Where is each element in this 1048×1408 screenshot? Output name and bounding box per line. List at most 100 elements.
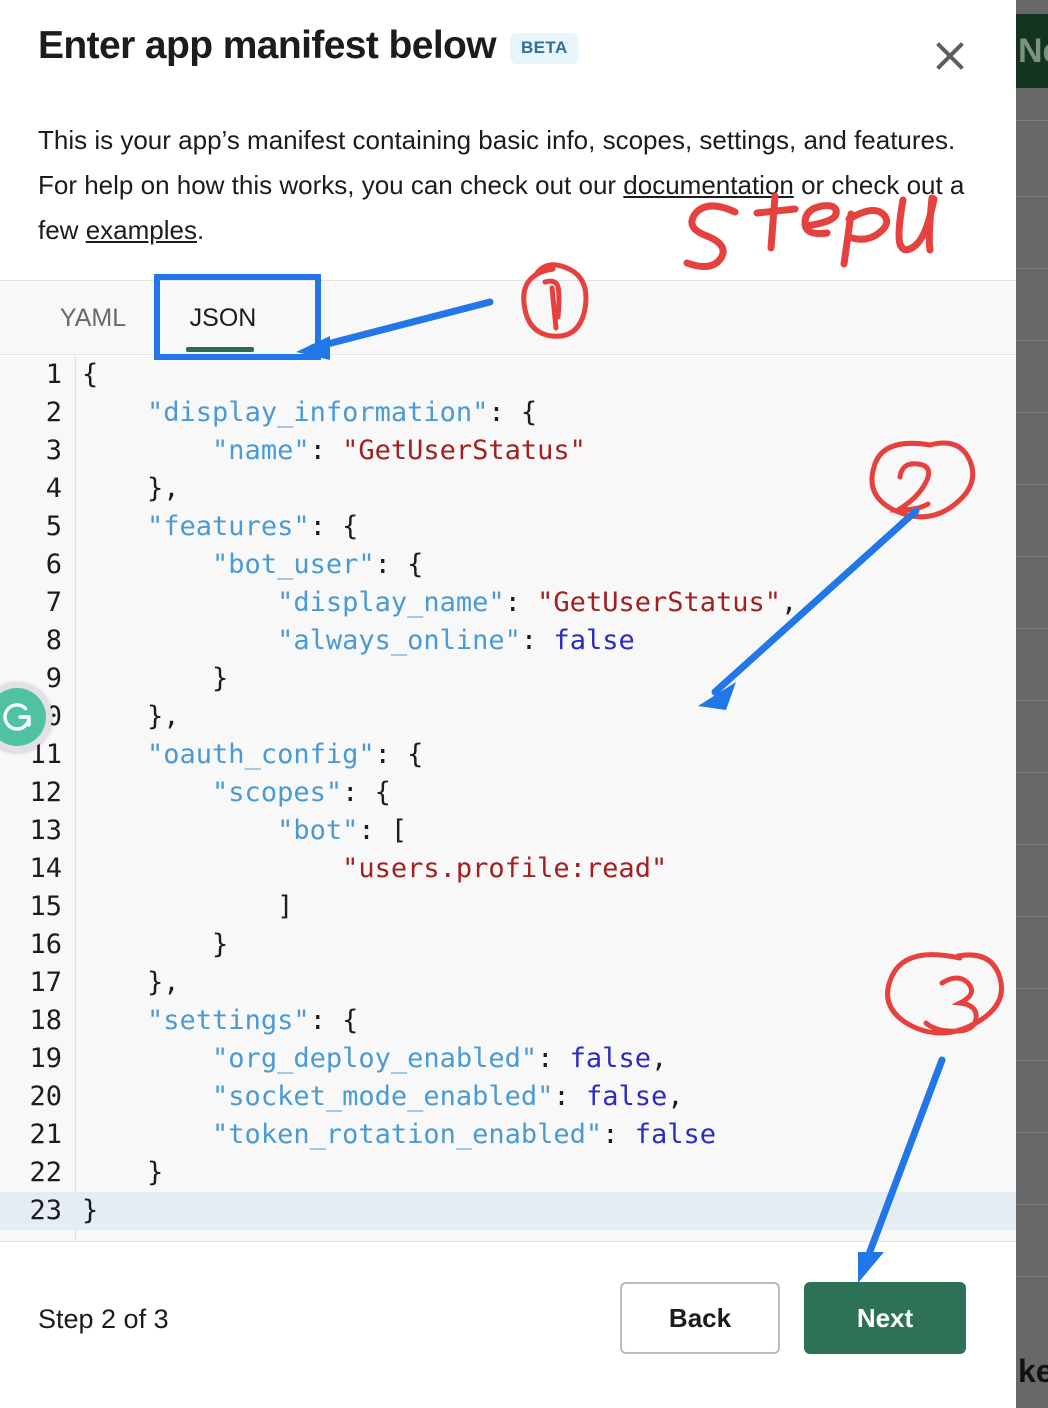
code-line[interactable]: 17 },	[0, 964, 1016, 1002]
token-key: "scopes"	[212, 777, 343, 808]
line-number: 7	[45, 587, 62, 618]
token-punc	[82, 435, 212, 466]
line-content: }	[82, 660, 228, 698]
modal-description: This is your app’s manifest containing b…	[38, 118, 968, 253]
code-line[interactable]: 5 "features": {	[0, 508, 1016, 546]
token-punc: ,	[650, 1043, 668, 1074]
code-line[interactable]: 23}	[0, 1192, 1016, 1230]
line-number: 23	[29, 1195, 62, 1226]
tab-json[interactable]: JSON	[170, 281, 276, 356]
line-number: 15	[29, 891, 62, 922]
close-button[interactable]	[926, 32, 974, 80]
token-punc	[82, 815, 277, 846]
line-content: {	[82, 356, 98, 394]
token-punc: }	[82, 663, 229, 694]
line-content: "always_online": false	[82, 622, 635, 660]
token-key: "token_rotation_enabled"	[212, 1119, 603, 1150]
token-punc: : {	[309, 511, 359, 542]
line-content: }	[82, 1154, 163, 1192]
code-line[interactable]: 14 "users.profile:read"	[0, 850, 1016, 888]
code-line[interactable]: 21 "token_rotation_enabled": false	[0, 1116, 1016, 1154]
code-line[interactable]: 16 }	[0, 926, 1016, 964]
token-bool: false	[569, 1043, 651, 1074]
code-line[interactable]: 18 "settings": {	[0, 1002, 1016, 1040]
code-line[interactable]: 8 "always_online": false	[0, 622, 1016, 660]
code-line[interactable]: 2 "display_information": {	[0, 394, 1016, 432]
line-content: "features": {	[82, 508, 358, 546]
code-line[interactable]: 11 "oauth_config": {	[0, 736, 1016, 774]
token-punc: :	[309, 435, 343, 466]
code-line[interactable]: 22 }	[0, 1154, 1016, 1192]
token-punc	[82, 1043, 212, 1074]
code-line[interactable]: 9 }	[0, 660, 1016, 698]
token-punc: {	[82, 359, 99, 390]
line-content: },	[82, 470, 180, 508]
code-line[interactable]: 19 "org_deploy_enabled": false,	[0, 1040, 1016, 1078]
token-punc	[82, 1119, 212, 1150]
line-number: 14	[29, 853, 62, 884]
line-content: "display_name": "GetUserStatus",	[82, 584, 797, 622]
line-number: 20	[29, 1081, 62, 1112]
next-button[interactable]: Next	[804, 1282, 966, 1354]
line-content: "org_deploy_enabled": false,	[82, 1040, 667, 1078]
manifest-code-editor[interactable]: 1{2 "display_information": {3 "name": "G…	[0, 356, 1016, 1242]
beta-badge: BETA	[510, 33, 579, 64]
token-punc	[82, 587, 277, 618]
code-line[interactable]: 6 "bot_user": {	[0, 546, 1016, 584]
token-punc: :	[602, 1119, 635, 1150]
line-number: 12	[29, 777, 62, 808]
line-content: "scopes": {	[82, 774, 391, 812]
editor-code-area[interactable]: 1{2 "display_information": {3 "name": "G…	[0, 356, 1016, 1241]
token-punc	[82, 625, 277, 656]
step-indicator: Step 2 of 3	[38, 1304, 169, 1334]
back-button[interactable]: Back	[620, 1282, 780, 1354]
line-content: ]	[82, 888, 293, 926]
line-number: 21	[29, 1119, 62, 1150]
line-content: "settings": {	[82, 1002, 358, 1040]
code-line[interactable]: 3 "name": "GetUserStatus"	[0, 432, 1016, 470]
token-punc: : {	[309, 1005, 359, 1036]
code-line[interactable]: 20 "socket_mode_enabled": false,	[0, 1078, 1016, 1116]
page-title: Enter app manifest below	[38, 24, 497, 67]
token-punc	[82, 1005, 147, 1036]
token-key: "settings"	[147, 1005, 310, 1036]
token-punc: }	[82, 1157, 164, 1188]
line-content: "bot_user": {	[82, 546, 423, 584]
token-bool: false	[553, 625, 635, 656]
modal-backdrop[interactable]	[1016, 0, 1048, 1408]
line-number: 8	[45, 625, 62, 656]
description-text-3: .	[196, 215, 205, 245]
code-line[interactable]: 10 },	[0, 698, 1016, 736]
line-content: "token_rotation_enabled": false	[82, 1116, 716, 1154]
documentation-link[interactable]: documentation	[623, 170, 794, 200]
token-key: "bot"	[277, 815, 359, 846]
line-number: 17	[29, 967, 62, 998]
tab-yaml[interactable]: YAML	[40, 281, 146, 356]
token-punc	[82, 1081, 212, 1112]
code-line[interactable]: 7 "display_name": "GetUserStatus",	[0, 584, 1016, 622]
code-line[interactable]: 12 "scopes": {	[0, 774, 1016, 812]
code-line[interactable]: 15 ]	[0, 888, 1016, 926]
token-punc: : [	[358, 815, 408, 846]
line-content: "display_information": {	[82, 394, 537, 432]
token-key: "org_deploy_enabled"	[212, 1043, 538, 1074]
code-line[interactable]: 13 "bot": [	[0, 812, 1016, 850]
line-content: "name": "GetUserStatus"	[82, 432, 586, 470]
code-line[interactable]: 1{	[0, 356, 1016, 394]
line-content: "socket_mode_enabled": false,	[82, 1078, 683, 1116]
close-icon	[926, 32, 974, 80]
token-key: "name"	[212, 435, 310, 466]
code-line[interactable]: 4 },	[0, 470, 1016, 508]
token-punc: : {	[488, 397, 538, 428]
line-number: 13	[29, 815, 62, 846]
examples-link[interactable]: examples	[86, 215, 197, 245]
token-punc	[82, 511, 147, 542]
token-punc: },	[82, 701, 180, 732]
token-punc: },	[82, 967, 180, 998]
app-manifest-modal: Enter app manifest below BETA This is yo…	[0, 0, 1016, 1408]
token-punc	[82, 853, 342, 884]
line-number: 22	[29, 1157, 62, 1188]
background-next-button[interactable]: Ne	[1016, 14, 1048, 88]
background-bottom-text: ke	[1018, 1353, 1048, 1389]
token-punc: :	[504, 587, 538, 618]
